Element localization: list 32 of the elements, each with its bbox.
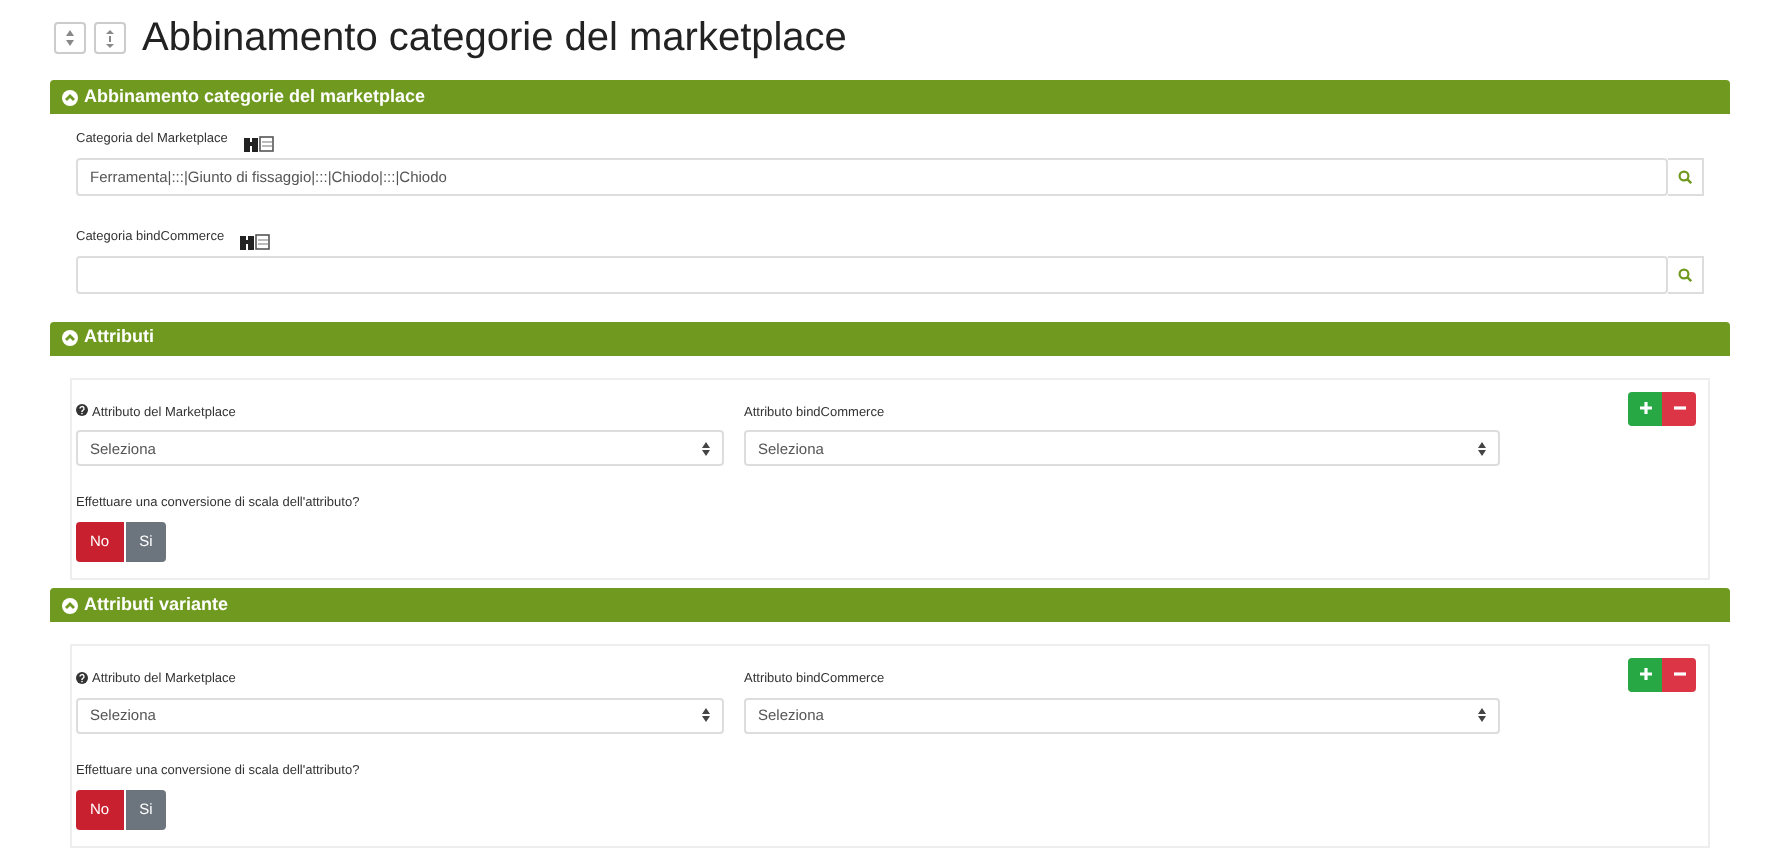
question-icon bbox=[76, 404, 88, 416]
search-button[interactable] bbox=[1668, 255, 1704, 293]
page-title: Abbinamento categorie del marketplace bbox=[142, 16, 847, 60]
sort-icon bbox=[702, 708, 710, 723]
add-button[interactable] bbox=[1628, 391, 1662, 425]
minus-icon bbox=[1673, 672, 1685, 677]
binoculars-icon bbox=[240, 233, 271, 250]
remove-button[interactable] bbox=[1662, 391, 1696, 425]
sort-icon bbox=[702, 441, 710, 456]
panel-header[interactable]: Abbinamento categorie del marketplace bbox=[50, 80, 1730, 114]
chevron-circle-icon bbox=[62, 597, 78, 613]
collapse-button[interactable] bbox=[54, 22, 86, 54]
arrows-icon bbox=[106, 29, 114, 47]
remove-button[interactable] bbox=[1662, 658, 1696, 692]
sort-icon bbox=[1478, 708, 1486, 723]
category-field[interactable] bbox=[76, 255, 1668, 293]
chevron-circle-icon bbox=[62, 89, 78, 105]
plus-icon bbox=[1639, 401, 1651, 414]
search-button[interactable] bbox=[1668, 157, 1704, 196]
search-icon bbox=[1678, 169, 1692, 184]
binoculars-icon bbox=[243, 135, 274, 152]
chevron-circle-icon bbox=[62, 330, 78, 346]
question-icon bbox=[76, 671, 88, 683]
sort-icon bbox=[1478, 441, 1486, 456]
minus-icon bbox=[1673, 405, 1685, 410]
plus-icon bbox=[1639, 668, 1651, 681]
expand-button[interactable] bbox=[94, 22, 126, 54]
arrows-icon bbox=[66, 30, 74, 46]
panel-header[interactable]: Attributi bbox=[50, 321, 1730, 355]
add-button[interactable] bbox=[1628, 658, 1662, 692]
search-icon bbox=[1678, 267, 1692, 281]
panel-header[interactable]: Attributi variante bbox=[50, 588, 1730, 622]
